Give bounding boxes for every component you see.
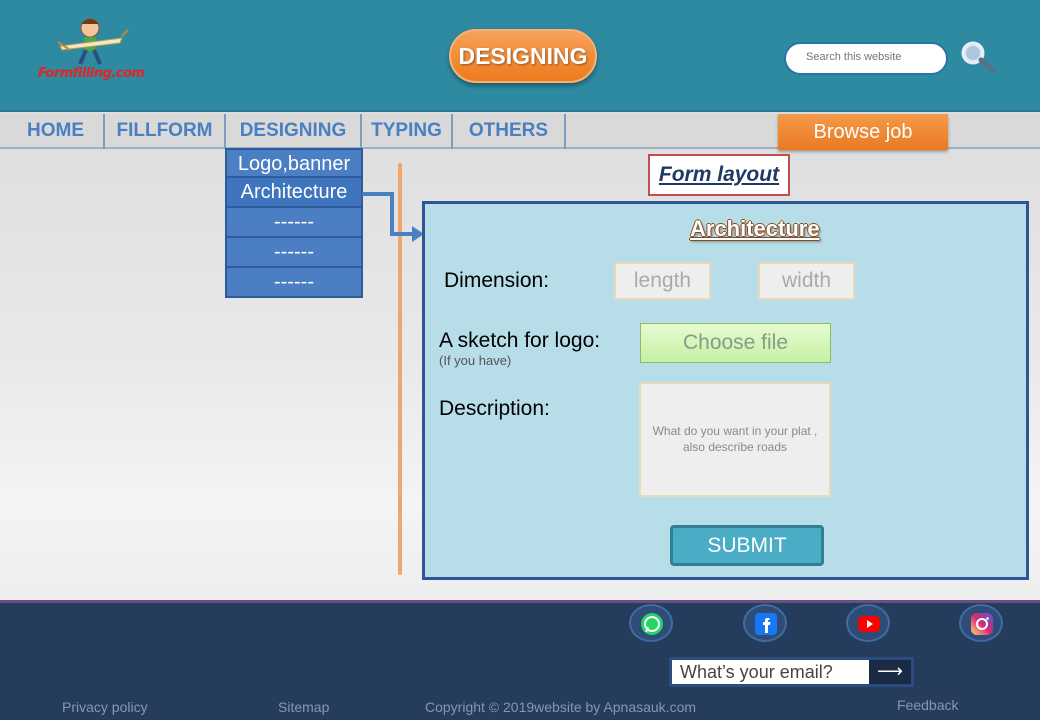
logo-text: Formfilling.com bbox=[38, 66, 145, 81]
arrow-right-icon[interactable]: ⟶ bbox=[869, 660, 911, 684]
dropdown-item-logo-banner[interactable]: Logo,banner bbox=[225, 148, 363, 178]
description-label: Description: bbox=[439, 397, 550, 420]
feedback-link[interactable]: Feedback bbox=[897, 697, 958, 713]
sketch-sublabel: (If you have) bbox=[439, 353, 512, 368]
browse-job-button[interactable]: Browse job bbox=[778, 114, 948, 150]
form-title: Architecture bbox=[690, 216, 820, 241]
nav-others[interactable]: OTHERS bbox=[453, 114, 566, 149]
dropdown-item-placeholder[interactable]: ------ bbox=[225, 238, 363, 268]
privacy-policy-link[interactable]: Privacy policy bbox=[62, 699, 148, 715]
designing-dropdown-menu: Logo,banner Architecture ------ ------ -… bbox=[225, 148, 363, 298]
nav-typing[interactable]: TYPING bbox=[362, 114, 453, 149]
form-layout-heading: Form layout bbox=[648, 154, 790, 196]
search-field[interactable] bbox=[784, 42, 948, 75]
dropdown-item-placeholder[interactable]: ------ bbox=[225, 208, 363, 238]
connector-arrow-icon bbox=[362, 192, 424, 242]
site-header: Formfilling.com DESIGNING bbox=[0, 0, 1040, 112]
copyright-text: Copyright © 2019website by Apnasauk.com bbox=[425, 699, 697, 715]
sketch-label: A sketch for logo: bbox=[439, 329, 601, 352]
site-logo[interactable]: Formfilling.com bbox=[36, 16, 145, 86]
submit-button[interactable]: SUBMIT bbox=[670, 525, 824, 566]
youtube-icon[interactable] bbox=[846, 604, 890, 642]
dropdown-item-placeholder[interactable]: ------ bbox=[225, 268, 363, 298]
newsletter-email-field[interactable]: What’s your email? ⟶ bbox=[669, 657, 914, 687]
description-textarea[interactable]: What do you want in your plat , also des… bbox=[639, 382, 831, 497]
width-input[interactable]: width bbox=[758, 262, 855, 300]
dimension-label: Dimension: bbox=[444, 269, 550, 292]
logo-mascot-icon bbox=[57, 18, 129, 65]
nav-designing[interactable]: DESIGNING bbox=[226, 114, 362, 149]
choose-file-button[interactable]: Choose file bbox=[640, 323, 831, 363]
facebook-icon[interactable] bbox=[743, 604, 787, 642]
whatsapp-icon[interactable] bbox=[629, 604, 673, 642]
sitemap-link[interactable]: Sitemap bbox=[278, 699, 329, 715]
length-input[interactable]: length bbox=[614, 262, 711, 300]
nav-fillform[interactable]: FILLFORM bbox=[105, 114, 226, 149]
instagram-icon[interactable] bbox=[959, 604, 1003, 642]
email-placeholder: What’s your email? bbox=[680, 662, 833, 682]
search-input[interactable] bbox=[806, 51, 946, 63]
dropdown-item-architecture[interactable]: Architecture bbox=[225, 178, 363, 208]
page-title: DESIGNING bbox=[449, 29, 597, 83]
nav-home[interactable]: HOME bbox=[8, 114, 105, 149]
search-icon[interactable] bbox=[958, 40, 998, 74]
